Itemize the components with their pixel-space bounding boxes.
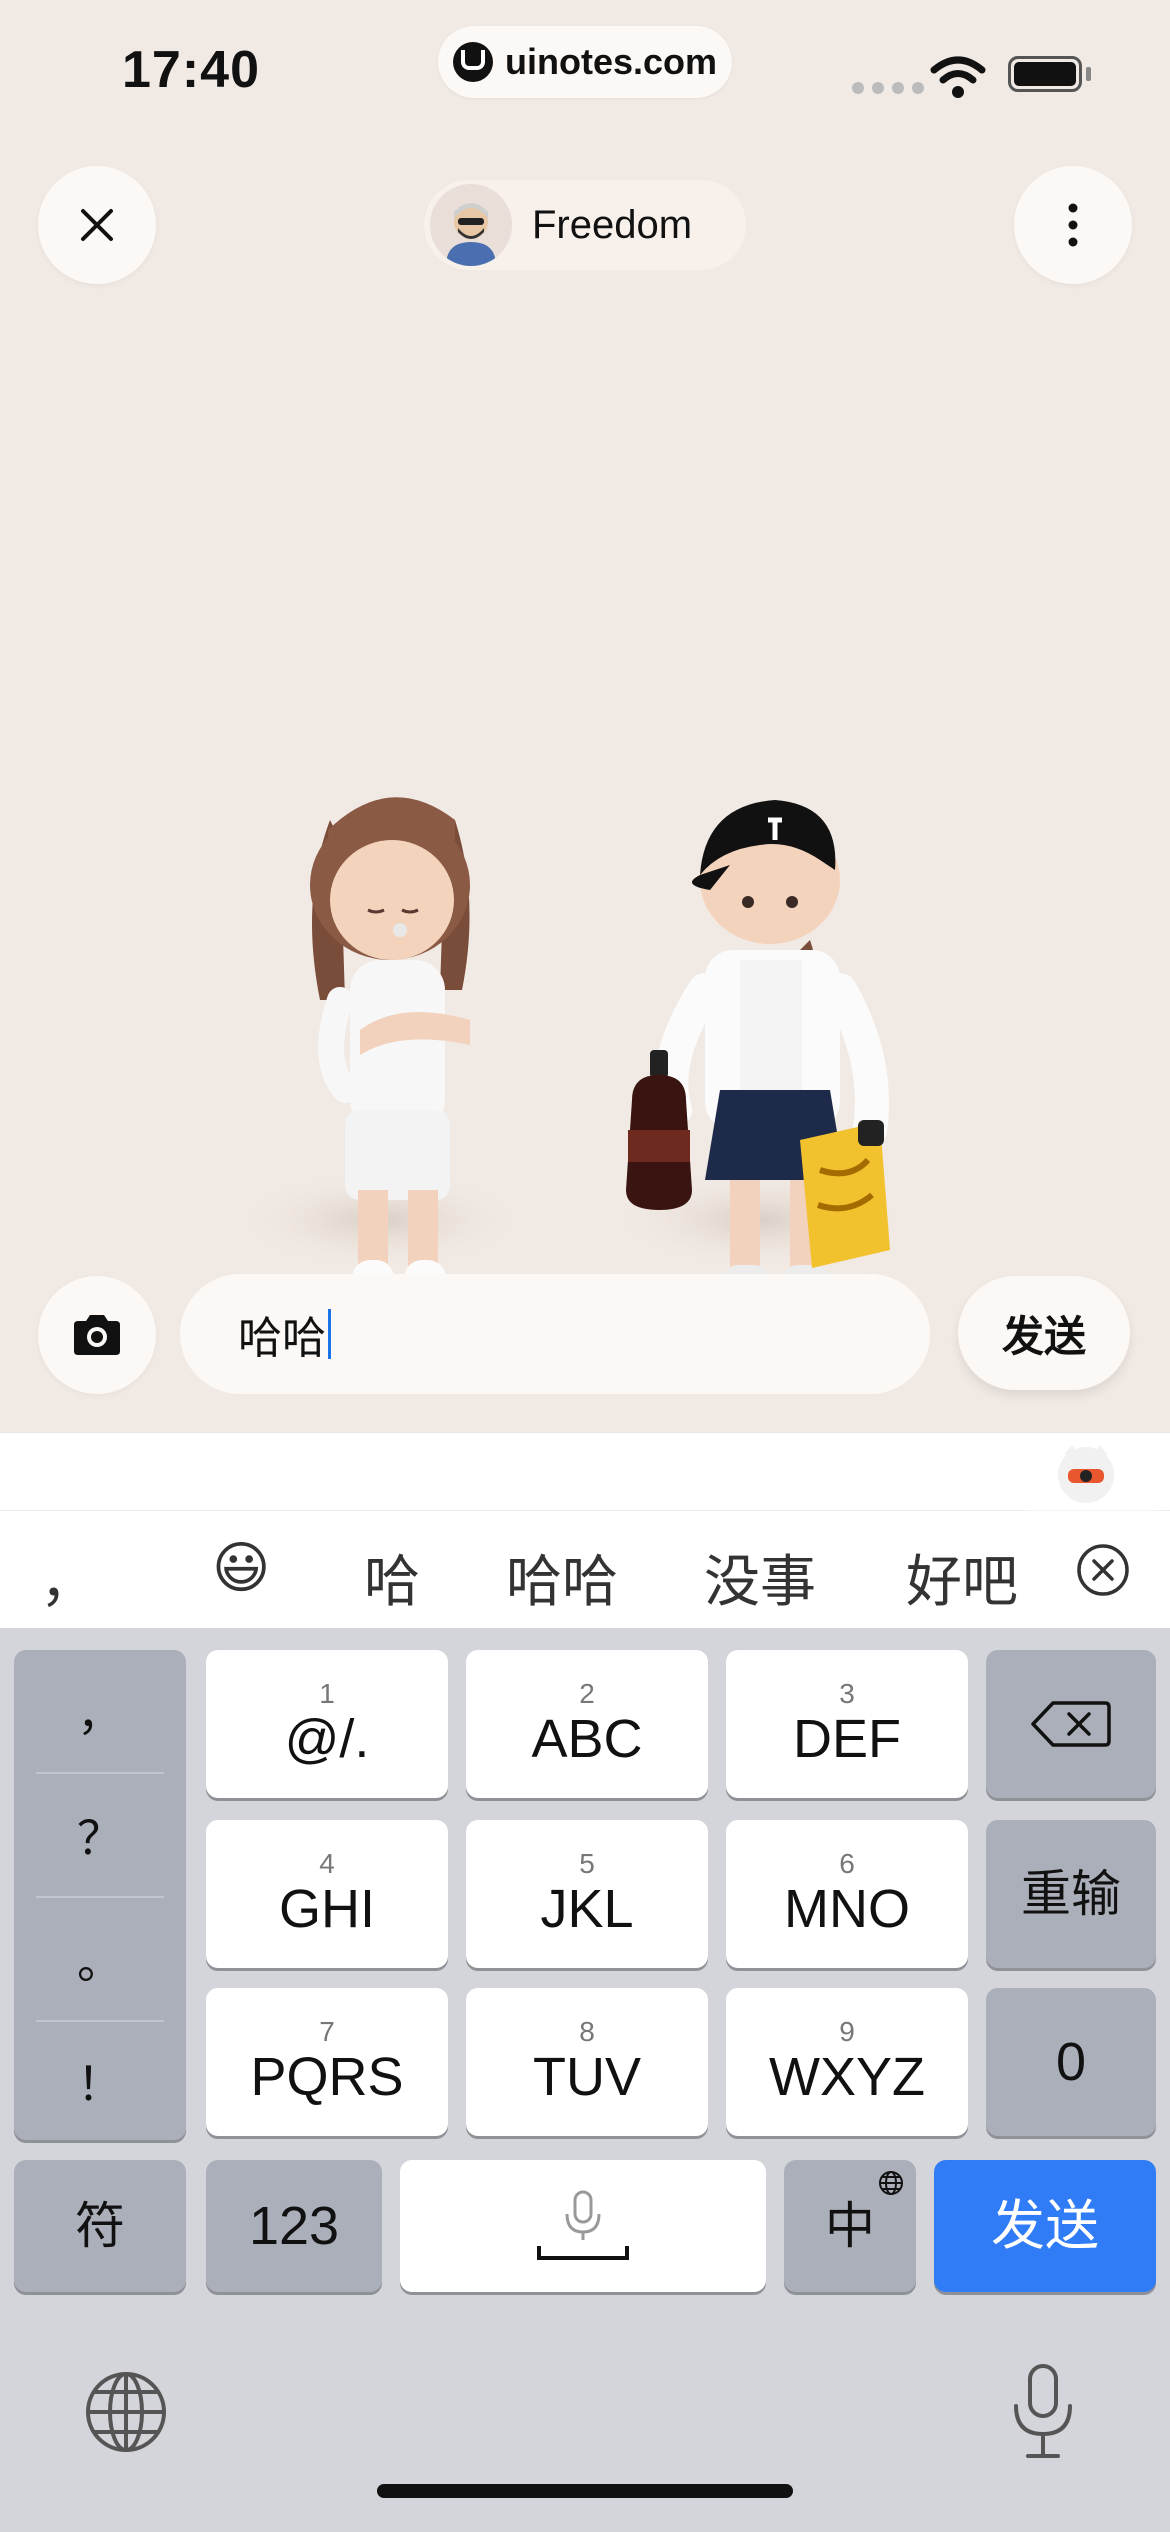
clear-circle-icon bbox=[1077, 1544, 1129, 1596]
profile-name: Freedom bbox=[532, 202, 693, 247]
key-label: @/. bbox=[284, 1709, 370, 1769]
close-icon bbox=[81, 209, 113, 241]
key-8[interactable]: 8 TUV bbox=[466, 1988, 708, 2136]
key-4[interactable]: 4 GHI bbox=[206, 1820, 448, 1968]
reset-key[interactable]: 重输 bbox=[986, 1820, 1156, 1968]
key-label: 发送 bbox=[991, 2196, 1099, 2256]
candidate-1[interactable]: 哈 bbox=[364, 1537, 420, 1618]
punct-period[interactable]: 。 bbox=[14, 1898, 186, 2020]
keyboard-toolbar bbox=[0, 1432, 1170, 1511]
candidate-2[interactable]: 哈哈 bbox=[506, 1537, 618, 1618]
url-text: uinotes.com bbox=[504, 41, 718, 82]
space-key[interactable] bbox=[400, 2160, 766, 2292]
candidate-bar: ， 😃 哈 哈哈 没事 好吧 bbox=[0, 1510, 1170, 1629]
character-scene bbox=[230, 797, 910, 1388]
key-number: 4 bbox=[319, 1848, 335, 1879]
key-label: 符 bbox=[75, 2198, 125, 2254]
home-indicator[interactable] bbox=[377, 2484, 793, 2498]
key-label: 0 bbox=[1055, 2032, 1087, 2092]
key-label: 重输 bbox=[1021, 1866, 1121, 1922]
key-0[interactable]: 0 bbox=[986, 1988, 1156, 2136]
key-label: JKL bbox=[540, 1879, 634, 1939]
key-1[interactable]: 1 @/. bbox=[206, 1650, 448, 1798]
key-label: DEF bbox=[793, 1709, 901, 1769]
backspace-icon bbox=[1031, 1701, 1111, 1747]
space-mic-icon bbox=[537, 2190, 629, 2260]
globe-small-icon bbox=[879, 2171, 903, 2195]
candidate-clear-button[interactable] bbox=[1036, 1511, 1170, 1629]
candidate-4[interactable]: 好吧 bbox=[906, 1537, 1018, 1618]
status-time: 17:40 bbox=[122, 41, 260, 99]
message-input[interactable]: 哈哈 bbox=[180, 1274, 930, 1394]
key-label: ABC bbox=[531, 1709, 643, 1769]
site-logo-icon bbox=[452, 42, 493, 82]
key-number: 2 bbox=[579, 1678, 595, 1709]
key-number: 6 bbox=[839, 1848, 855, 1879]
candidate-emoji[interactable]: 😃 bbox=[212, 1535, 270, 1601]
key-label: GHI bbox=[278, 1879, 375, 1939]
key-3[interactable]: 3 DEF bbox=[726, 1650, 968, 1798]
profile-pill[interactable]: Freedom bbox=[424, 180, 746, 270]
key-label: TUV bbox=[533, 2047, 641, 2107]
key-7[interactable]: 7 PQRS bbox=[206, 1988, 448, 2136]
key-6[interactable]: 6 MNO bbox=[726, 1820, 968, 1968]
punctuation-column: ， ？ 。 ！ bbox=[14, 1650, 186, 2140]
key-number: 7 bbox=[319, 2016, 335, 2047]
close-button[interactable] bbox=[38, 166, 156, 284]
key-number: 5 bbox=[579, 1848, 595, 1879]
composer-send-button[interactable]: 发送 bbox=[958, 1276, 1130, 1390]
battery-icon bbox=[1008, 56, 1082, 92]
battery-tip bbox=[1086, 67, 1091, 81]
url-pill[interactable]: uinotes.com bbox=[438, 26, 732, 98]
more-vertical-icon bbox=[1068, 203, 1078, 247]
key-number: 8 bbox=[579, 2016, 595, 2047]
globe-icon[interactable] bbox=[84, 2370, 168, 2454]
key-5[interactable]: 5 JKL bbox=[466, 1820, 708, 1968]
ime-mascot-icon[interactable] bbox=[1054, 1441, 1118, 1505]
language-key[interactable]: 中 bbox=[784, 2160, 916, 2292]
key-label: WXYZ bbox=[769, 2047, 925, 2107]
backspace-key[interactable] bbox=[986, 1650, 1156, 1798]
dictation-mic-icon[interactable] bbox=[1008, 2362, 1078, 2462]
key-label: 中 bbox=[825, 2198, 875, 2254]
key-number: 9 bbox=[839, 2016, 855, 2047]
wifi-icon bbox=[930, 56, 986, 98]
punct-comma[interactable]: ， bbox=[14, 1650, 186, 1772]
candidate-3[interactable]: 没事 bbox=[704, 1537, 816, 1618]
key-label: MNO bbox=[784, 1879, 910, 1939]
key-number: 3 bbox=[839, 1678, 855, 1709]
text-caret bbox=[328, 1309, 331, 1359]
key-9[interactable]: 9 WXYZ bbox=[726, 1988, 968, 2136]
camera-button[interactable] bbox=[38, 1276, 156, 1394]
avatar bbox=[430, 184, 512, 266]
key-2[interactable]: 2 ABC bbox=[466, 1650, 708, 1798]
keyboard-send-key[interactable]: 发送 bbox=[934, 2160, 1156, 2292]
key-label: PQRS bbox=[250, 2047, 404, 2107]
cellular-signal-icon bbox=[852, 82, 924, 94]
camera-icon bbox=[74, 1315, 120, 1355]
punct-exclaim[interactable]: ！ bbox=[14, 2020, 186, 2142]
symbols-key[interactable]: 符 bbox=[14, 2160, 186, 2292]
message-input-value: 哈哈 bbox=[238, 1314, 326, 1363]
candidate-comma[interactable]: ， bbox=[40, 1537, 96, 1618]
more-button[interactable] bbox=[1014, 166, 1132, 284]
numbers-key[interactable]: 123 bbox=[206, 2160, 382, 2292]
punct-question[interactable]: ？ bbox=[14, 1774, 186, 1896]
key-number: 1 bbox=[319, 1678, 335, 1709]
key-label: 123 bbox=[248, 2196, 340, 2256]
